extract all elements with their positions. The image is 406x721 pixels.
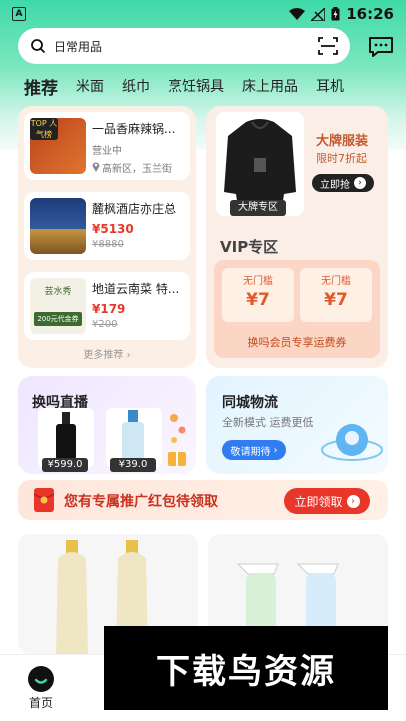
tab-rice-noodles[interactable]: 米面: [76, 76, 104, 96]
shop-name: 地道云南菜 特...: [92, 282, 180, 296]
home-icon[interactable]: [28, 666, 54, 692]
coupon-label: 无门槛: [243, 276, 273, 287]
shop-image: 芸水秀 200元代金券: [30, 278, 86, 334]
thumb-brand: 芸水秀: [44, 287, 72, 297]
coming-soon-label: 敬请期待: [230, 446, 271, 458]
watermark: 下载鸟资源: [104, 626, 388, 710]
app-notification-icon: A: [12, 7, 26, 21]
gift-icon: [168, 414, 186, 466]
chevron-right-icon: ›: [273, 444, 278, 456]
tab-bedding[interactable]: 床上用品: [242, 76, 298, 96]
search-bar[interactable]: 日常用品: [18, 28, 350, 64]
coming-soon-button[interactable]: 敬请期待 ›: [222, 440, 286, 460]
live-price: ¥39.0: [110, 458, 156, 472]
battery-charging-icon: [331, 7, 340, 21]
top-badge: TOP 人气榜: [30, 118, 58, 140]
brand-zone-tag: 大牌专区: [230, 200, 286, 216]
claim-now-label: 立即领取: [294, 494, 343, 509]
city-title: 同城物流: [222, 395, 278, 411]
message-icon[interactable]: [368, 36, 394, 58]
shop-card[interactable]: 麓枫酒店亦庄总 ¥5130 ¥8880: [24, 192, 190, 260]
coupon-card[interactable]: 无门槛 ¥7: [300, 268, 372, 322]
tab-tissue[interactable]: 纸巾: [122, 76, 150, 96]
city-subtitle: 全新模式 运费更低: [222, 416, 314, 429]
red-envelope-icon: [34, 488, 54, 512]
tab-cookware[interactable]: 烹饪锅具: [168, 76, 224, 96]
grab-now-label: 立即抢: [320, 179, 350, 191]
promo-text: 您有专属推广红包待领取: [64, 494, 218, 510]
scan-icon[interactable]: [318, 37, 338, 55]
coupon-description: 换吗会员专享运费券: [247, 336, 347, 349]
nav-home-label[interactable]: 首页: [26, 694, 56, 711]
coupon-value: ¥7: [246, 290, 270, 310]
wifi-icon: [289, 8, 306, 20]
status-bar: A 16:26: [0, 0, 406, 28]
grab-now-button[interactable]: 立即抢 ›: [312, 174, 374, 192]
more-recommend-link[interactable]: 更多推荐 ›: [24, 346, 190, 361]
shop-price: ¥179: [92, 302, 126, 316]
voucher-label: 200元代金券: [34, 312, 82, 326]
arrow-right-icon: ›: [354, 177, 366, 189]
coupon-label: 无门槛: [321, 276, 351, 287]
search-input[interactable]: 日常用品: [54, 38, 318, 55]
search-icon: [31, 39, 46, 54]
claim-now-button[interactable]: 立即领取 ›: [284, 488, 370, 514]
shop-price: ¥5130: [92, 222, 134, 236]
shop-old-price: ¥8880: [92, 239, 124, 250]
globe-pin-icon: [321, 424, 383, 461]
shop-status: 营业中: [92, 146, 122, 157]
signal-off-icon: [311, 7, 326, 21]
shop-image: [30, 198, 86, 254]
shop-location: 高新区，玉兰街: [102, 164, 172, 175]
tab-recommend[interactable]: 推荐: [24, 74, 58, 99]
shop-name: 一品香麻辣锅...: [92, 122, 176, 136]
coupon-value: ¥7: [324, 290, 348, 310]
brand-subtitle: 限时7折起: [316, 152, 367, 165]
shop-old-price: ¥200: [92, 319, 118, 330]
brand-title: 大牌服装: [316, 134, 369, 149]
vip-title: VIP专区: [220, 238, 279, 256]
live-price: ¥599.0: [42, 458, 88, 472]
location-pin-icon: [92, 162, 100, 172]
more-label: 更多推荐: [83, 350, 124, 361]
shop-card[interactable]: 芸水秀 200元代金券 地道云南菜 特... ¥179 ¥200: [24, 272, 190, 340]
coupon-card[interactable]: 无门槛 ¥7: [222, 268, 294, 322]
shop-name: 麓枫酒店亦庄总: [92, 202, 177, 216]
arrow-right-icon: ›: [346, 494, 360, 508]
tab-earphones[interactable]: 耳机: [316, 76, 344, 96]
category-tabs: 推荐 米面 纸巾 烹饪锅具 床上用品 耳机: [0, 72, 406, 100]
clock: 16:26: [346, 5, 394, 23]
shop-card[interactable]: TOP 人气榜 一品香麻辣锅... 营业中 高新区，玉兰街: [24, 112, 190, 180]
